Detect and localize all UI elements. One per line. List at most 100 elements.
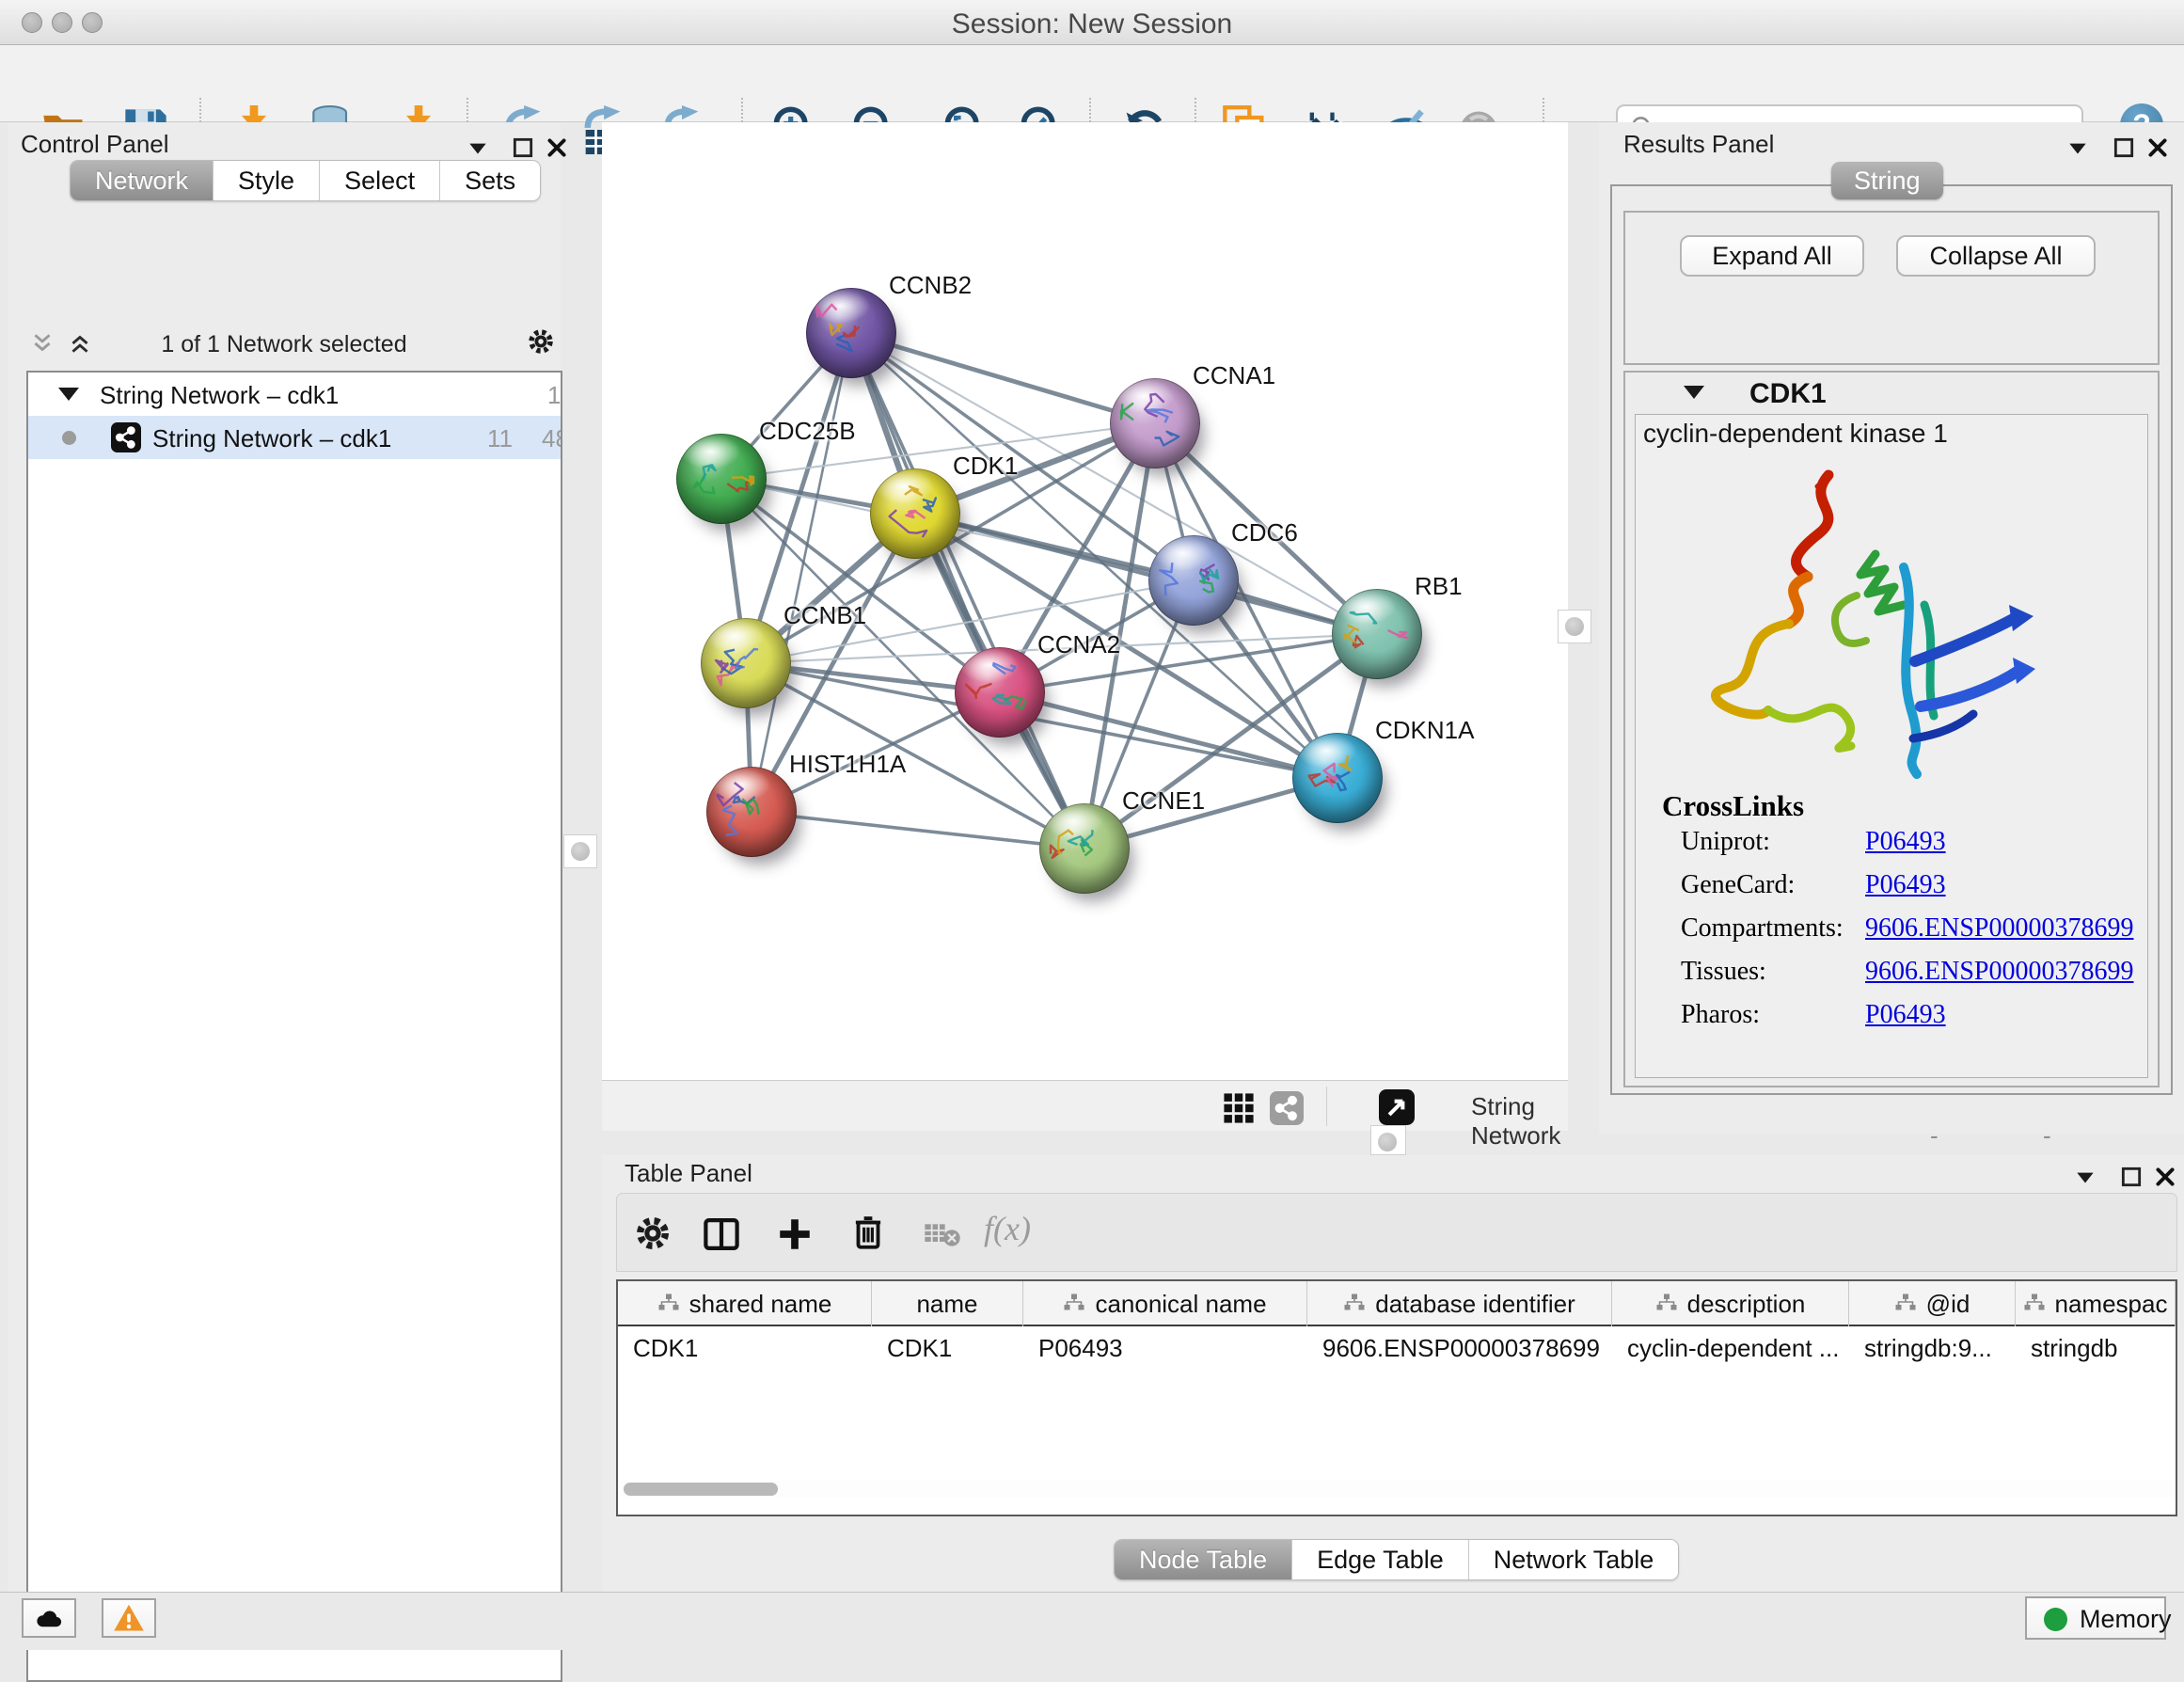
column-header--id[interactable]: @id xyxy=(1849,1281,2016,1326)
column-header-namespac[interactable]: namespac xyxy=(2016,1281,2176,1326)
expand-all-button[interactable]: Expand All xyxy=(1680,235,1864,277)
column-header-description[interactable]: description xyxy=(1612,1281,1849,1326)
crosslink-label: Tissues: xyxy=(1681,957,1766,986)
crosslink-label: GeneCard: xyxy=(1681,870,1795,899)
network-row[interactable]: String Network – cdk1 11 48 xyxy=(28,416,561,459)
scrollbar-thumb[interactable] xyxy=(624,1483,778,1496)
crosslink-link[interactable]: P06493 xyxy=(1865,827,1946,857)
column-header-label: canonical name xyxy=(1095,1290,1266,1319)
network-view-icon[interactable] xyxy=(1270,1091,1304,1125)
table-cell[interactable]: cyclin-dependent ... xyxy=(1612,1328,1849,1372)
network-collection-row[interactable]: String Network – cdk1 1 xyxy=(28,373,561,416)
table-header-row: shared namename canonical name database id… xyxy=(618,1281,2176,1326)
protein-ribbon-thumbnail xyxy=(716,781,787,839)
node-ccna1[interactable] xyxy=(1110,378,1200,468)
node-cdc6[interactable] xyxy=(1148,535,1239,626)
tab-sets[interactable]: Sets xyxy=(440,161,540,200)
node-hist1h1a[interactable] xyxy=(706,767,797,857)
node-cdkn1a[interactable] xyxy=(1292,733,1383,823)
crosslink-link[interactable]: 9606.ENSP00000378699 xyxy=(1865,913,2133,944)
bottom-splitter-handle[interactable] xyxy=(1370,1125,1406,1155)
crosslink-link[interactable]: P06493 xyxy=(1865,870,1946,900)
edge-hist1h1a-ccne1[interactable] xyxy=(752,812,1084,849)
crosslink-row: Compartments:9606.ENSP00000378699 xyxy=(1681,913,1844,944)
delete-column-icon[interactable] xyxy=(848,1213,888,1252)
tab-network[interactable]: Network xyxy=(71,161,214,200)
node-ccnb2[interactable] xyxy=(806,288,896,378)
edge-ccnb2-ccna1[interactable] xyxy=(851,333,1155,423)
network-canvas[interactable]: CCNB2CCNA1CDC25BCDK1CDC6RB1CCNB1CCNA2CDK… xyxy=(602,122,1568,1080)
left-splitter-handle[interactable] xyxy=(563,834,597,868)
crosslink-link[interactable]: 9606.ENSP00000378699 xyxy=(1865,957,2133,987)
node-ccne1[interactable] xyxy=(1039,803,1130,894)
results-panel-close-icon[interactable] xyxy=(2145,135,2170,160)
column-header-name[interactable]: name xyxy=(872,1281,1023,1326)
column-type-icon xyxy=(1063,1293,1085,1315)
function-builder-icon[interactable]: f(x) xyxy=(984,1209,1031,1248)
tab-network-table[interactable]: Network Table xyxy=(1469,1540,1679,1579)
control-panel-title: Control Panel xyxy=(21,130,169,159)
right-splitter-handle[interactable] xyxy=(1558,610,1591,643)
table-panel-close-icon[interactable] xyxy=(2153,1165,2177,1189)
collapse-all-button[interactable]: Collapse All xyxy=(1896,235,2096,277)
gene-expander-icon[interactable] xyxy=(1684,386,1704,399)
table-row[interactable]: CDK1CDK1P064939606.ENSP00000378699cyclin… xyxy=(618,1328,2176,1372)
node-label-cdc25b: CDC25B xyxy=(759,417,856,446)
control-panel-menu-icon[interactable] xyxy=(466,135,490,160)
window-title: Session: New Session xyxy=(0,8,2184,40)
results-panel-float-icon[interactable] xyxy=(2112,135,2136,160)
table-options-gear-icon[interactable] xyxy=(634,1214,672,1252)
table-cell[interactable]: P06493 xyxy=(1023,1328,1307,1372)
horizontal-scrollbar[interactable] xyxy=(622,1481,2174,1498)
network-options-gear-icon[interactable] xyxy=(527,327,555,356)
column-header-shared-name[interactable]: shared name xyxy=(618,1281,872,1326)
cloud-button[interactable] xyxy=(22,1598,76,1638)
tab-node-table[interactable]: Node Table xyxy=(1115,1540,1292,1579)
node-table: shared namename canonical name database id… xyxy=(616,1279,2177,1516)
node-label-ccnb2: CCNB2 xyxy=(889,271,972,300)
column-header-database-identifier[interactable]: database identifier xyxy=(1307,1281,1612,1326)
table-cell[interactable]: stringdb:9... xyxy=(1849,1328,2016,1372)
edge-cdk1-rb1[interactable] xyxy=(915,514,1377,634)
network-current-dot xyxy=(62,431,76,445)
create-column-icon[interactable] xyxy=(775,1214,815,1254)
node-ccna2[interactable] xyxy=(955,647,1045,738)
node-ccnb1[interactable] xyxy=(701,618,791,708)
table-cell[interactable]: CDK1 xyxy=(872,1328,1023,1372)
grid-view-icon[interactable] xyxy=(1223,1092,1255,1124)
birds-eye-view-icon[interactable] xyxy=(1379,1089,1415,1125)
tab-string[interactable]: String xyxy=(1831,162,1943,199)
control-panel-float-icon[interactable] xyxy=(511,135,535,160)
table-panel-menu-icon[interactable] xyxy=(2073,1165,2097,1189)
tab-style[interactable]: Style xyxy=(214,161,320,200)
tab-edge-table[interactable]: Edge Table xyxy=(1292,1540,1469,1579)
node-cdk1[interactable] xyxy=(870,468,960,559)
protein-ribbon-thumbnail xyxy=(964,661,1036,720)
protein-ribbon-thumbnail xyxy=(686,448,757,506)
collection-expander-icon[interactable] xyxy=(58,388,79,401)
protein-ribbon-thumbnail xyxy=(1341,603,1413,661)
memory-button[interactable]: Memory xyxy=(2025,1596,2166,1640)
table-cell[interactable]: CDK1 xyxy=(618,1328,872,1372)
results-panel-title: Results Panel xyxy=(1623,130,1774,159)
crosslink-link[interactable]: P06493 xyxy=(1865,1000,1946,1030)
show-columns-icon[interactable] xyxy=(702,1214,741,1254)
protein-ribbon-thumbnail xyxy=(1119,392,1191,451)
node-rb1[interactable] xyxy=(1332,589,1422,679)
results-panel-menu-icon[interactable] xyxy=(2065,135,2090,160)
gene-section-header[interactable]: CDK1 xyxy=(1625,373,2158,414)
node-cdc25b[interactable] xyxy=(676,434,767,524)
tab-select[interactable]: Select xyxy=(320,161,440,200)
node-label-cdc6: CDC6 xyxy=(1231,518,1298,547)
delete-table-icon[interactable] xyxy=(924,1220,961,1248)
warnings-button[interactable] xyxy=(102,1598,156,1638)
edge-ccnb2-hist1h1a[interactable] xyxy=(752,333,851,812)
column-header-canonical-name[interactable]: canonical name xyxy=(1023,1281,1307,1326)
protein-ribbon-thumbnail xyxy=(1049,817,1120,876)
table-panel-float-icon[interactable] xyxy=(2119,1165,2144,1189)
control-panel-close-icon[interactable] xyxy=(545,135,569,160)
table-cell[interactable]: 9606.ENSP00000378699 xyxy=(1307,1328,1612,1372)
column-header-label: description xyxy=(1687,1290,1806,1319)
table-cell[interactable]: stringdb xyxy=(2016,1328,2176,1372)
column-header-label: database identifier xyxy=(1375,1290,1575,1319)
